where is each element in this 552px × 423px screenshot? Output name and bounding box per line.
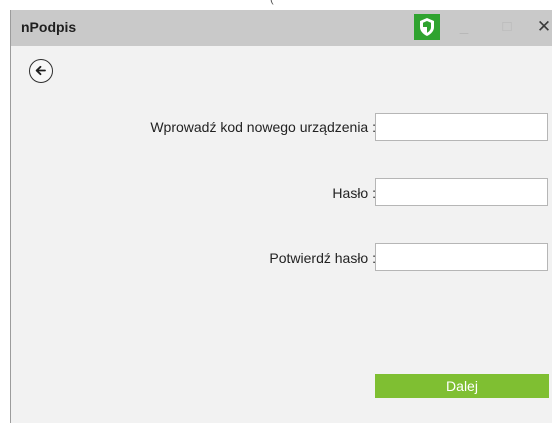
app-title: nPodpis	[21, 19, 77, 35]
top-hint-text: (	[270, 0, 274, 5]
confirm-password-label: Potwierdź hasło :	[269, 250, 376, 266]
screen: ( nPodpis _ □ ✕ Wprowadź kod nowego urzą…	[0, 0, 552, 423]
arrow-left-icon	[35, 65, 46, 76]
device-code-label: Wprowadź kod nowego urządzenia :	[150, 119, 376, 135]
maximize-button[interactable]: □	[494, 14, 520, 40]
password-label: Hasło :	[332, 185, 376, 201]
app-window: nPodpis _ □ ✕ Wprowadź kod nowego urządz…	[10, 10, 552, 423]
minimize-button[interactable]: _	[451, 14, 477, 40]
password-input[interactable]	[375, 178, 548, 206]
shield-icon[interactable]	[414, 14, 440, 40]
top-strip: (	[0, 0, 552, 10]
back-button[interactable]	[29, 59, 53, 83]
close-button[interactable]: ✕	[531, 14, 552, 40]
title-bar[interactable]: nPodpis _ □ ✕	[11, 10, 552, 46]
confirm-password-input[interactable]	[375, 243, 548, 271]
device-code-input[interactable]	[375, 113, 548, 141]
next-button[interactable]: Dalej	[375, 374, 549, 398]
